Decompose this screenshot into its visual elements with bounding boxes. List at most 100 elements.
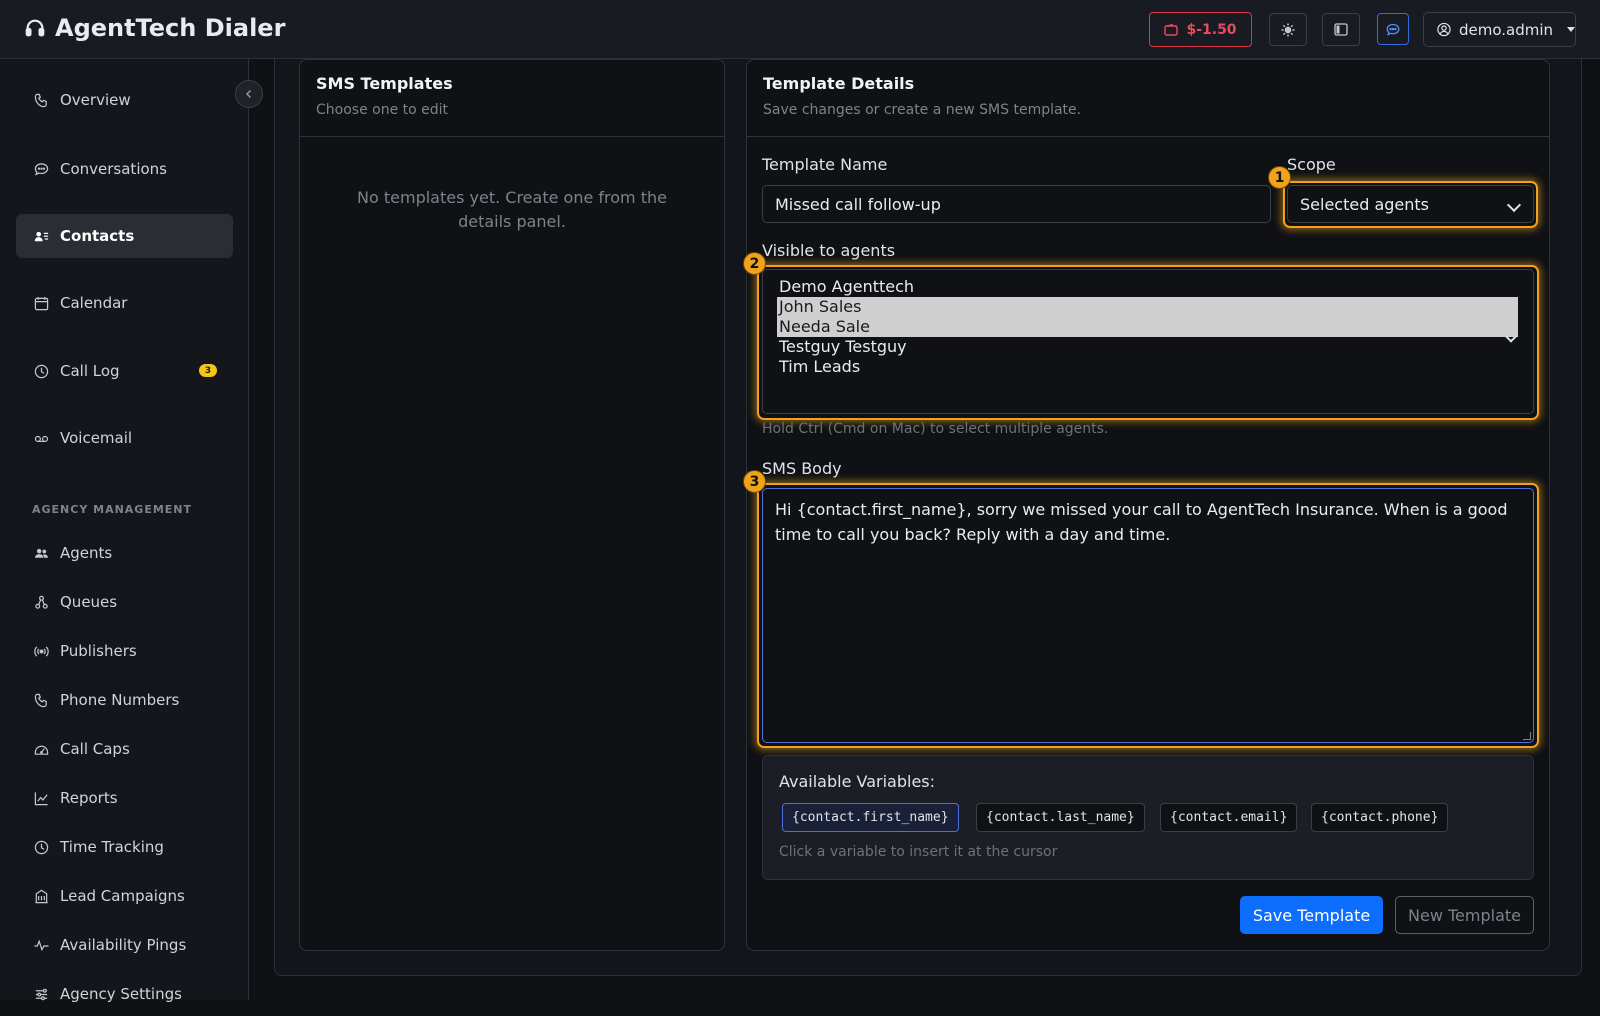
calendar-icon: [34, 296, 49, 310]
step-marker-1: 1: [1268, 166, 1291, 189]
people-icon: [34, 548, 48, 558]
settings-icon: [35, 988, 48, 1000]
sidebar-item-conversations[interactable]: Conversations: [16, 147, 233, 191]
agents-hint: Hold Ctrl (Cmd on Mac) to select multipl…: [762, 421, 1109, 437]
building-icon: [35, 889, 48, 903]
visible-agents-label: Visible to agents: [762, 241, 896, 260]
clock-icon: [34, 840, 49, 854]
balance-value: $-1.50: [1186, 21, 1237, 38]
sun-icon: [1281, 23, 1295, 36]
clock-icon: [34, 364, 49, 378]
call-log-badge: 3: [199, 364, 217, 377]
sidebar-collapse-button[interactable]: [235, 80, 263, 108]
sidebar-item-call-log[interactable]: Call Log 3: [16, 349, 233, 393]
app-title: AgentTech Dialer: [55, 14, 286, 42]
sidebar-item-contacts[interactable]: Contacts: [16, 214, 233, 258]
template-name-label: Template Name: [762, 155, 888, 174]
variable-chip-last-name[interactable]: {contact.last_name}: [976, 803, 1145, 832]
sidebar-item-calendar[interactable]: Calendar: [16, 281, 233, 325]
empty-state-message: No templates yet. Create one from the de…: [357, 188, 667, 231]
sidebar-item-agency-settings[interactable]: Agency Settings: [16, 972, 233, 1016]
variable-chip-first-name[interactable]: {contact.first_name}: [782, 803, 959, 832]
sidebar-item-label: Time Tracking: [60, 838, 164, 856]
app-brand[interactable]: AgentTech Dialer: [24, 14, 285, 42]
card-subtitle: Choose one to edit: [316, 102, 449, 118]
sidebar-item-availability-pings[interactable]: Availability Pings: [16, 923, 233, 967]
phone-icon: [34, 693, 47, 707]
sidebar-item-lead-campaigns[interactable]: Lead Campaigns: [16, 874, 233, 918]
step-marker-2: 2: [743, 252, 766, 275]
wallet-icon: [1164, 23, 1179, 36]
save-template-button[interactable]: Save Template: [1240, 896, 1383, 934]
sidebar-item-label: Queues: [60, 593, 118, 611]
chart-icon: [34, 791, 48, 805]
chevron-down-icon: [1506, 197, 1522, 213]
contacts-icon: [34, 231, 49, 241]
sidebar-item-label: Call Caps: [60, 740, 130, 758]
chat-bubble-icon: [1386, 23, 1400, 36]
template-name-value: Missed call follow-up: [775, 194, 941, 214]
sidebar-item-label: Lead Campaigns: [60, 887, 185, 905]
sidebar-item-label: Calendar: [60, 294, 128, 312]
variable-chip-email[interactable]: {contact.email}: [1160, 803, 1298, 832]
agent-option-selected[interactable]: Needa Sale: [777, 317, 1518, 337]
step-marker-3: 3: [743, 470, 766, 493]
variables-panel: Available Variables: {contact.first_name…: [762, 755, 1534, 880]
sidebar-item-label: Reports: [60, 789, 118, 807]
new-template-button[interactable]: New Template: [1395, 896, 1534, 934]
card-subtitle: Save changes or create a new SMS templat…: [763, 102, 1082, 118]
sidebar-item-label: Phone Numbers: [60, 691, 180, 709]
sidebar-item-queues[interactable]: Queues: [16, 580, 233, 624]
card-title: Template Details: [763, 74, 915, 93]
sidebar-item-reports[interactable]: Reports: [16, 776, 233, 820]
voicemail-icon: [34, 435, 49, 442]
template-name-input[interactable]: Missed call follow-up: [762, 185, 1271, 223]
sidebar-item-label: Publishers: [60, 642, 137, 660]
agent-option[interactable]: Demo Agenttech: [777, 277, 1518, 297]
card-header: SMS Templates Choose one to edit: [300, 60, 724, 137]
sidebar-section-heading: AGENCY MANAGEMENT: [32, 503, 193, 516]
variables-hint: Click a variable to insert it at the cur…: [779, 844, 1058, 860]
agent-option[interactable]: Testguy Testguy: [777, 337, 1518, 357]
sidebar-item-label: Conversations: [60, 160, 167, 178]
resize-handle-icon[interactable]: [1523, 732, 1531, 740]
user-circle-icon: [1437, 22, 1451, 37]
sidebar-item-agents[interactable]: Agents: [16, 531, 233, 575]
sidebar-item-voicemail[interactable]: Voicemail: [16, 416, 233, 460]
agents-multiselect[interactable]: Demo Agenttech John Sales Needa Sale Tes…: [762, 269, 1534, 414]
chat-icon: [34, 162, 49, 176]
theme-toggle-button[interactable]: [1269, 13, 1307, 46]
balance-button[interactable]: $-1.50: [1149, 12, 1252, 47]
sidebar-item-time-tracking[interactable]: Time Tracking: [16, 825, 233, 869]
user-menu-button[interactable]: demo.admin: [1423, 12, 1576, 47]
scope-select[interactable]: Selected agents: [1287, 185, 1534, 223]
chat-toggle-button[interactable]: [1377, 13, 1409, 45]
broadcast-icon: [34, 645, 49, 657]
variable-chip-phone[interactable]: {contact.phone}: [1311, 803, 1449, 832]
sidebar-item-label: Call Log: [60, 362, 120, 380]
headset-icon: [25, 19, 45, 37]
sidebar-item-publishers[interactable]: Publishers: [16, 629, 233, 673]
sidebar-layout-icon: [1334, 23, 1348, 36]
card-header: Template Details Save changes or create …: [747, 60, 1549, 137]
phone-icon: [34, 93, 47, 107]
layout-toggle-button[interactable]: [1322, 13, 1360, 46]
sidebar-item-call-caps[interactable]: Call Caps: [16, 727, 233, 771]
sidebar-item-phone-numbers[interactable]: Phone Numbers: [16, 678, 233, 722]
sms-templates-card: SMS Templates Choose one to edit No temp…: [299, 59, 725, 951]
username: demo.admin: [1458, 20, 1553, 39]
agent-option[interactable]: Tim Leads: [777, 357, 1518, 377]
scope-label: Scope: [1287, 155, 1336, 174]
gauge-icon: [34, 745, 49, 755]
sms-body-value: Hi {contact.first_name}, sorry we missed…: [775, 500, 1508, 544]
sidebar-item-overview[interactable]: Overview: [16, 78, 233, 122]
sidebar: Overview Conversations Contacts Calendar…: [0, 59, 249, 1003]
agent-option-selected[interactable]: John Sales: [777, 297, 1518, 317]
sidebar-item-label: Agents: [60, 544, 113, 562]
scope-value: Selected agents: [1300, 194, 1429, 214]
queue-icon: [35, 595, 48, 609]
sidebar-item-label: Agency Settings: [60, 985, 182, 1003]
card-title: SMS Templates: [316, 74, 453, 93]
sms-body-textarea[interactable]: Hi {contact.first_name}, sorry we missed…: [762, 488, 1534, 743]
variables-title: Available Variables:: [779, 772, 936, 791]
